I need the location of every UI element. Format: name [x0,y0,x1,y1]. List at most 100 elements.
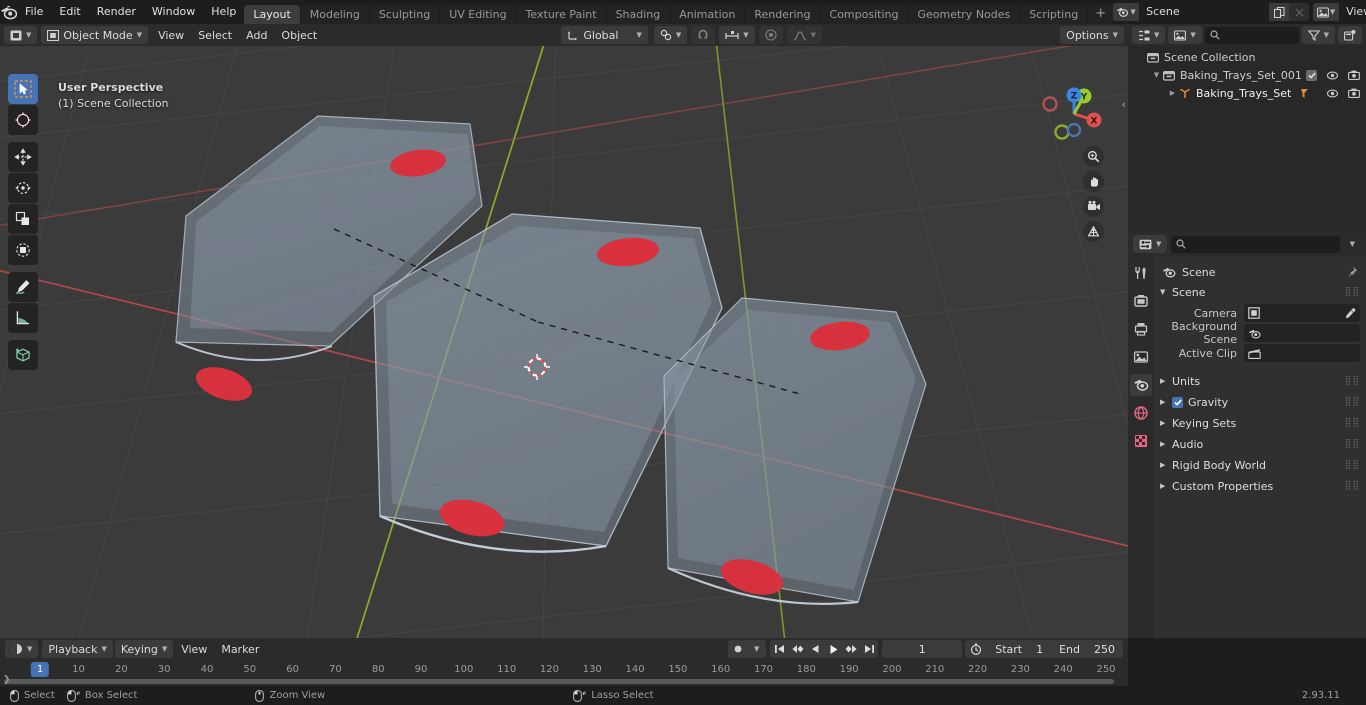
workspace-tab-compositing[interactable]: Compositing [820,5,908,24]
top-menu-edit[interactable]: Edit [51,3,88,21]
camera-icon[interactable] [1083,196,1104,217]
play-reverse-icon[interactable] [806,640,824,658]
top-menu-file[interactable]: File [17,3,51,21]
3d-viewport[interactable]: User Perspective (1) Scene Collection X … [0,46,1128,638]
render-camera-icon[interactable] [1348,88,1360,98]
viewport-menu-add[interactable]: Add [240,26,273,44]
chevron-down-icon[interactable]: ▼ [1150,71,1163,79]
workspace-tab-modeling[interactable]: Modeling [300,5,369,24]
scene-name[interactable]: Scene [1139,3,1270,21]
viewport-menu-view[interactable]: View [152,26,190,44]
zoom-icon[interactable] [1083,146,1104,167]
workspace-tab-layout[interactable]: Layout [244,5,300,24]
add-workspace-button[interactable]: + [1088,5,1114,24]
pan-icon[interactable] [1083,171,1104,192]
panel-header-rigid-body-world[interactable]: ▶ Rigid Body World ⣿⣿ [1154,455,1366,475]
viewport-menu-object[interactable]: Object [275,26,323,44]
transform-tool[interactable] [8,235,38,265]
proportional-editing-button[interactable]: ▼ [719,26,755,44]
scale-tool[interactable] [8,204,38,234]
workspace-tab-uv-editing[interactable]: UV Editing [440,5,516,24]
top-menu-render[interactable]: Render [89,3,144,21]
visibility-eye-icon[interactable] [1327,71,1338,80]
end-frame-field[interactable]: End 250 [1051,640,1123,658]
property-field[interactable] [1244,344,1360,362]
filter-icon[interactable]: ▼ [1301,26,1335,44]
properties-options-dropdown[interactable]: ▼ [1344,235,1361,253]
jump-end-icon[interactable] [860,640,878,658]
output-tab[interactable] [1130,318,1152,340]
navigation-gizmo[interactable]: X Y Z [1038,78,1110,150]
workspace-tab-rendering[interactable]: Rendering [745,5,820,24]
prev-keyframe-icon[interactable] [788,640,806,658]
outliner[interactable]: Scene Collection ▼ Baking_Trays_Set_001 ▶ Ba… [1128,46,1366,232]
falloff-curve-button[interactable]: ▼ [786,26,823,44]
cursor-tool[interactable] [8,105,38,135]
sidebar-collapse-icon[interactable]: ‹ [1122,98,1126,111]
view-layer-tab[interactable] [1130,346,1152,368]
view-layer-name[interactable]: View Layer [1339,3,1366,21]
panel-header-units[interactable]: ▶ Units ⣿⣿ [1154,371,1366,391]
workspace-tab-geometry-nodes[interactable]: Geometry Nodes [908,5,1020,24]
options-button[interactable]: Options ▼ [1060,26,1124,44]
timeline-menu-marker[interactable]: Marker [215,640,265,658]
property-field[interactable] [1244,324,1360,342]
property-field[interactable] [1244,304,1360,322]
workspace-tab-shading[interactable]: Shading [606,5,670,24]
outliner-row[interactable]: Scene Collection [1128,48,1366,66]
snap-toggle-button[interactable] [691,26,716,44]
pin-icon[interactable] [1346,266,1358,278]
move-tool[interactable] [8,142,38,172]
annotate-tool[interactable] [8,272,38,302]
rotate-tool[interactable] [8,173,38,203]
timeline-ruler[interactable]: 10 20 30 40 50 60 70 80 90 100 110 120 130 140 150 160 1… [0,660,1128,686]
record-icon[interactable] [728,640,747,658]
outliner-row[interactable]: ▶ Baking_Trays_Set [1128,84,1366,102]
workspace-tab-texture-paint[interactable]: Texture Paint [516,5,606,24]
outliner-row[interactable]: ▼ Baking_Trays_Set_001 [1128,66,1366,84]
tool-tab[interactable] [1130,262,1152,284]
gravity-checkbox[interactable] [1172,396,1183,408]
visibility-eye-icon[interactable] [1327,89,1338,98]
auto-keying-dropdown[interactable]: ▼ [747,640,766,658]
properties-editor-type-button[interactable]: ▼ [1133,235,1168,253]
timeline-playhead[interactable]: 1 [30,662,50,677]
current-frame-field[interactable]: 1 [882,640,963,658]
panel-header-audio[interactable]: ▶ Audio ⣿⣿ [1154,434,1366,454]
start-frame-field[interactable]: Start 1 [987,640,1051,658]
new-collection-icon[interactable] [1338,26,1362,44]
unlink-scene-icon[interactable] [1289,3,1310,21]
panel-header-scene[interactable]: ▼ Scene ⣿⣿ [1154,282,1366,302]
view-layer-selector[interactable]: ▼ View Layer [1313,3,1366,21]
properties-search-input[interactable] [1171,235,1340,253]
texture-tab[interactable] [1130,430,1152,452]
proportional-falloff-button[interactable] [758,26,783,44]
transport-controls[interactable] [770,640,879,658]
workspace-tab-scripting[interactable]: Scripting [1020,5,1088,24]
auto-keying-group[interactable]: ▼ [728,640,767,658]
exclude-checkbox[interactable] [1306,69,1317,81]
stopwatch-icon[interactable] [965,640,987,658]
timeline-menu-playback[interactable]: Playback ▼ [42,640,113,658]
top-menu-help[interactable]: Help [203,3,244,21]
transform-orientation-selector[interactable]: Global ▼ [561,26,648,44]
new-scene-icon[interactable] [1269,3,1290,21]
frame-range-fields[interactable]: Start 1 End 250 [965,640,1123,658]
panel-header-custom-properties[interactable]: ▶ Custom Properties ⣿⣿ [1154,476,1366,496]
mode-selector[interactable]: Object Mode ▼ [41,26,149,44]
outliner-search-input[interactable] [1204,26,1299,44]
modifier-icon[interactable] [1299,88,1310,99]
tweak-select-tool[interactable] [8,74,38,104]
timeline-scroll-arrow[interactable]: ❯ [3,675,11,685]
top-menu-window[interactable]: Window [144,3,203,21]
viewport-menu-select[interactable]: Select [192,26,238,44]
blender-logo-icon[interactable] [0,0,17,24]
workspace-tab-animation[interactable]: Animation [670,5,745,24]
properties-panel[interactable]: Scene ▼ Scene ⣿⣿ Camera Background Scene A… [1154,256,1366,638]
jump-start-icon[interactable] [770,640,788,658]
add-cube-tool[interactable] [8,340,38,370]
chevron-right-icon[interactable]: ▶ [1166,89,1179,97]
panel-header-keying-sets[interactable]: ▶ Keying Sets ⣿⣿ [1154,413,1366,433]
timeline-menu-keying[interactable]: Keying ▼ [114,640,174,658]
next-keyframe-icon[interactable] [842,640,860,658]
